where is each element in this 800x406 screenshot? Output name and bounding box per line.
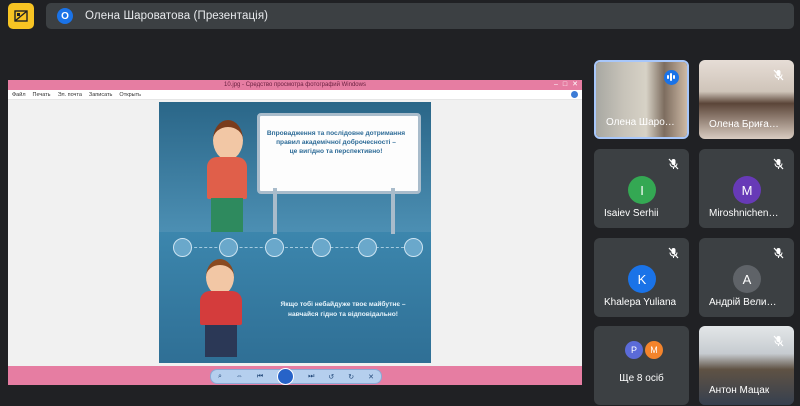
poster-bottom-text: Якщо тобі небайдуже твоє майбутнє – навч… bbox=[280, 301, 406, 318]
fit-icon: ⇔ bbox=[235, 373, 243, 380]
menu-print: Печать bbox=[32, 91, 51, 98]
window-controls: – □ ✕ bbox=[554, 81, 578, 89]
delete-icon: ✕ bbox=[368, 373, 374, 381]
participant-tile-miroshnichenko[interactable]: M Miroshnichen… bbox=[699, 149, 794, 228]
mic-off-icon bbox=[665, 245, 681, 261]
participant-tile-olena-sharovatova[interactable]: Олена Шаро… bbox=[594, 60, 689, 139]
avatar: А bbox=[733, 265, 761, 293]
participant-tile-andrii-velychko[interactable]: А Андрій Вели… bbox=[699, 238, 794, 317]
presenter-badge: О bbox=[57, 8, 73, 24]
layout-icon bbox=[14, 10, 28, 22]
presentation-title-bar: О Олена Шароватова (Презентація) bbox=[46, 3, 794, 29]
rotate-left-icon: ↺ bbox=[328, 373, 335, 381]
avatar: М bbox=[645, 341, 663, 359]
minimize-icon: – bbox=[553, 81, 558, 88]
zoom-icon: ⌕ bbox=[217, 372, 222, 380]
viewer-controls: ⌕ ⇔ ⏮ ⏭ ↺ ↻ ✕ bbox=[210, 368, 382, 385]
menu-open: Открыть bbox=[119, 91, 142, 98]
participant-tile-olena-bryha[interactable]: Олена Бриға… bbox=[699, 60, 794, 139]
avatar: Р bbox=[625, 341, 643, 359]
mic-off-icon bbox=[770, 67, 786, 83]
avatar: K bbox=[628, 265, 656, 293]
slideshow-icon bbox=[277, 368, 295, 385]
next-icon: ⏭ bbox=[308, 372, 315, 380]
student-figure bbox=[206, 259, 234, 295]
menu-email: Эл. почта bbox=[57, 91, 82, 98]
present-layout-button[interactable] bbox=[8, 3, 34, 29]
previous-icon: ⏮ bbox=[256, 372, 264, 380]
participant-name: Антон Мацак bbox=[709, 385, 770, 396]
viewer-title-bar: 10.jpg - Средство просмотра фотографий W… bbox=[8, 80, 582, 90]
mic-off-icon bbox=[770, 156, 786, 172]
participant-tile-anton-matsak[interactable]: Антон Мацак bbox=[699, 326, 794, 405]
speaking-indicator bbox=[663, 69, 679, 85]
participant-name: Miroshnichen… bbox=[709, 208, 779, 219]
teacher-figure bbox=[213, 120, 243, 160]
avatar: I bbox=[628, 176, 656, 204]
poster-top-text: Впровадження та послідовне дотримання пр… bbox=[266, 130, 406, 155]
more-participants-label: Ще 8 осіб bbox=[619, 373, 664, 384]
menu-burn: Записать bbox=[88, 91, 113, 98]
avatar: M bbox=[733, 176, 761, 204]
close-icon: ✕ bbox=[572, 81, 578, 88]
viewer-toolbar: ⌕ ⇔ ⏮ ⏭ ↺ ↻ ✕ bbox=[8, 366, 582, 385]
participant-name: Андрій Вели… bbox=[709, 297, 777, 308]
participant-name: Isaiev Serhii bbox=[604, 208, 659, 219]
more-participants-tile[interactable]: Р М Ще 8 осіб bbox=[594, 326, 689, 405]
presentation-title: Олена Шароватова (Презентація) bbox=[85, 10, 269, 22]
shared-screen: 10.jpg - Средство просмотра фотографий W… bbox=[8, 80, 582, 385]
help-icon bbox=[571, 91, 578, 98]
image-viewport: Впровадження та послідовне дотримання пр… bbox=[8, 100, 582, 366]
participant-name: Олена Бриға… bbox=[709, 119, 779, 130]
poster-image: Впровадження та послідовне дотримання пр… bbox=[159, 102, 431, 363]
more-avatars: Р М bbox=[625, 341, 663, 359]
poster-icons-row bbox=[173, 238, 423, 257]
participant-name: Khalepa Yuliana bbox=[604, 297, 677, 308]
participant-tile-khalepa-yuliana[interactable]: K Khalepa Yuliana bbox=[594, 238, 689, 317]
mic-off-icon bbox=[665, 156, 681, 172]
mic-off-icon bbox=[770, 333, 786, 349]
viewer-menu: Файл Печать Эл. почта Записать Открыть bbox=[8, 90, 582, 100]
menu-file: Файл bbox=[12, 91, 26, 98]
viewer-title: 10.jpg - Средство просмотра фотографий W… bbox=[224, 82, 366, 88]
participant-name: Олена Шаро… bbox=[606, 117, 675, 128]
rotate-right-icon: ↻ bbox=[348, 373, 355, 381]
participant-tile-isaiev-serhii[interactable]: I Isaiev Serhii bbox=[594, 149, 689, 228]
mic-off-icon bbox=[770, 245, 786, 261]
maximize-icon: □ bbox=[562, 81, 568, 88]
